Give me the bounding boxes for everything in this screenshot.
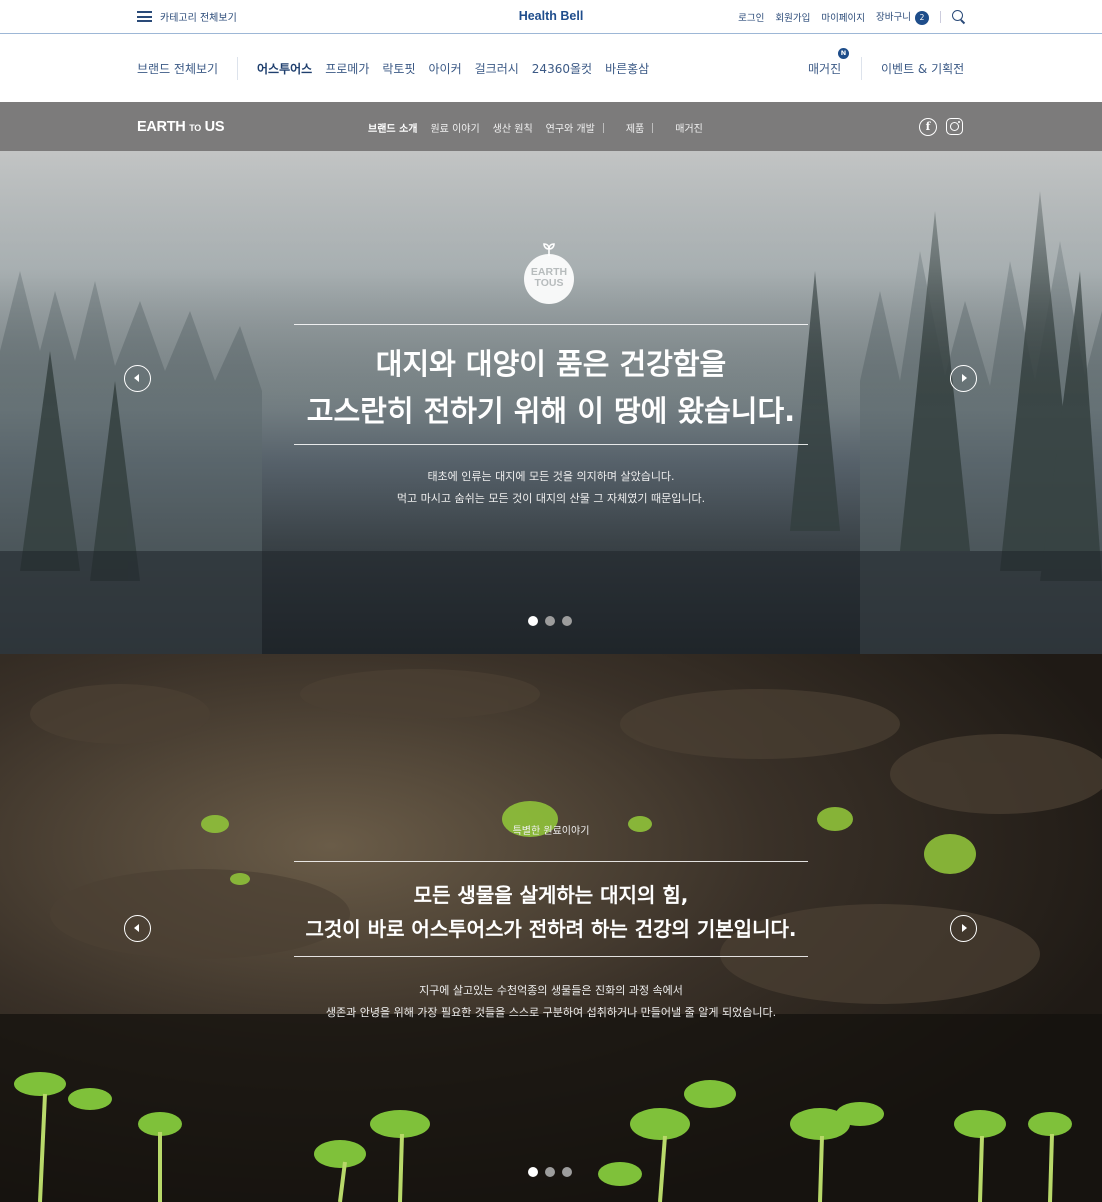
logo-to: TO: [189, 123, 201, 133]
signup-link[interactable]: 회원가입: [775, 10, 810, 24]
hero1-headline-line1: 대지와 대양이 품은 건강함을: [375, 347, 727, 381]
hero2-headline-line1: 모든 생물을 살게하는 대지의 힘,: [413, 883, 689, 907]
divider: [294, 444, 808, 445]
brand-item-earthtous[interactable]: 어스투어스: [257, 60, 312, 77]
subnav-research[interactable]: 연구와 개발: [546, 120, 595, 135]
hero-slide-sprouts: 특별한 원료이야기 모든 생물을 살게하는 대지의 힘, 그것이 바로 어스투어…: [0, 654, 1102, 1202]
pagination-dot[interactable]: [528, 1167, 538, 1177]
login-link[interactable]: 로그인: [738, 10, 764, 24]
mypage-link[interactable]: 마이페이지: [821, 10, 865, 24]
hero1-headline-line2: 고스란히 전하기 위해 이 땅에 왔습니다.: [306, 394, 796, 428]
subnav-ingredient-story[interactable]: 원료 이야기: [430, 120, 479, 135]
pagination-dot[interactable]: [528, 616, 538, 626]
cart-count-badge: 2: [915, 10, 929, 25]
new-badge: N: [838, 48, 849, 59]
divider: [940, 10, 941, 23]
divider: [652, 122, 654, 133]
hero2-sub-line1: 지구에 살고있는 수천억종의 생물들은 진화의 과정 속에서: [419, 984, 683, 997]
brand-all-link[interactable]: 브랜드 전체보기: [137, 60, 218, 77]
brand-item-girlcrush[interactable]: 걸크러시: [475, 60, 519, 77]
brand-item-24360allcut[interactable]: 24360올컷: [532, 60, 592, 77]
utility-links: 로그인 회원가입 마이페이지 장바구니 2: [738, 9, 966, 25]
pagination-dot[interactable]: [562, 1167, 572, 1177]
hero2-headline-line2: 그것이 바로 어스투어스가 전하려 하는 건강의 기본입니다.: [305, 917, 797, 941]
category-all-button[interactable]: 카테고리 전체보기: [137, 9, 237, 24]
pagination-dot[interactable]: [545, 1167, 555, 1177]
brand-item-lactofit[interactable]: 락토핏: [382, 60, 415, 77]
site-logo[interactable]: Health Bell: [519, 9, 584, 23]
brand-item-bareun-hongsam[interactable]: 바른홍삼: [605, 60, 649, 77]
hero1-prev-arrow-icon[interactable]: [124, 365, 151, 392]
divider: [602, 122, 604, 133]
hero1-sub-line1: 태초에 인류는 대지에 모든 것을 의지하며 살았습니다.: [427, 470, 675, 483]
search-icon[interactable]: [952, 9, 966, 24]
brand-item-promega[interactable]: 프로메가: [325, 60, 369, 77]
top-utility-bar: 카테고리 전체보기 Health Bell 로그인 회원가입 마이페이지 장바구…: [0, 0, 1102, 34]
pagination-dot[interactable]: [545, 616, 555, 626]
hamburger-menu-icon: [137, 11, 152, 22]
pagination-dot[interactable]: [562, 616, 572, 626]
facebook-icon[interactable]: f: [919, 118, 937, 136]
brand-subnav: 브랜드 소개 원료 이야기 생산 원칙 연구와 개발 제품 매거진: [368, 120, 716, 135]
hero1-sub-line2: 먹고 마시고 숨쉬는 모든 것이 대지의 산물 그 자체였기 때문입니다.: [396, 492, 706, 505]
cart-link[interactable]: 장바구니 2: [876, 9, 929, 25]
hero-slide-forest: EARTH TOUS 대지와 대양이 품은 건강함을 고스란히 전하기 위해 이…: [0, 151, 1102, 654]
subnav-brand-intro[interactable]: 브랜드 소개: [368, 120, 417, 135]
hero1-pagination: [528, 616, 572, 626]
hero2-sub-line2: 생존과 안녕을 위해 가장 필요한 것들을 스스로 구분하여 섭취하거나 만들어…: [325, 1006, 777, 1019]
hero2-pagination: [528, 1167, 572, 1177]
hero1-next-arrow-icon[interactable]: [950, 365, 977, 392]
event-link[interactable]: 이벤트 & 기획전: [881, 60, 964, 77]
brand-list: 어스투어스 프로메가 락토핏 아이커 걸크러시 24360올컷 바른홍삼: [257, 60, 649, 77]
divider: [294, 861, 808, 862]
magazine-link[interactable]: 매거진: [808, 60, 841, 77]
divider: [294, 324, 808, 325]
logo-earth: EARTH: [137, 119, 186, 135]
social-links: f: [919, 118, 963, 136]
emblem-text-tous: TOUS: [534, 277, 564, 289]
earthtous-logo[interactable]: EARTH TO US: [137, 119, 225, 135]
divider: [861, 57, 862, 80]
subnav-magazine[interactable]: 매거진: [675, 120, 703, 135]
hero2-prev-arrow-icon[interactable]: [124, 915, 151, 942]
brand-subnav-bar: EARTH TO US 브랜드 소개 원료 이야기 생산 원칙 연구와 개발 제…: [0, 102, 1102, 151]
instagram-icon[interactable]: [946, 118, 963, 135]
logo-us: US: [204, 119, 225, 135]
divider: [237, 57, 238, 80]
divider: [294, 956, 808, 957]
cart-label: 장바구니: [876, 12, 911, 23]
category-all-label: 카테고리 전체보기: [160, 13, 237, 24]
brand-item-aiker[interactable]: 아이커: [429, 60, 462, 77]
subnav-production-principle[interactable]: 생산 원칙: [493, 120, 533, 135]
brand-navigation: 브랜드 전체보기 어스투어스 프로메가 락토핏 아이커 걸크러시 24360올컷…: [0, 35, 1102, 102]
earthtous-emblem: EARTH TOUS: [524, 242, 574, 304]
hero2-eyebrow: 특별한 원료이야기: [512, 826, 590, 837]
subnav-products[interactable]: 제품: [626, 120, 644, 135]
hero2-next-arrow-icon[interactable]: [950, 915, 977, 942]
